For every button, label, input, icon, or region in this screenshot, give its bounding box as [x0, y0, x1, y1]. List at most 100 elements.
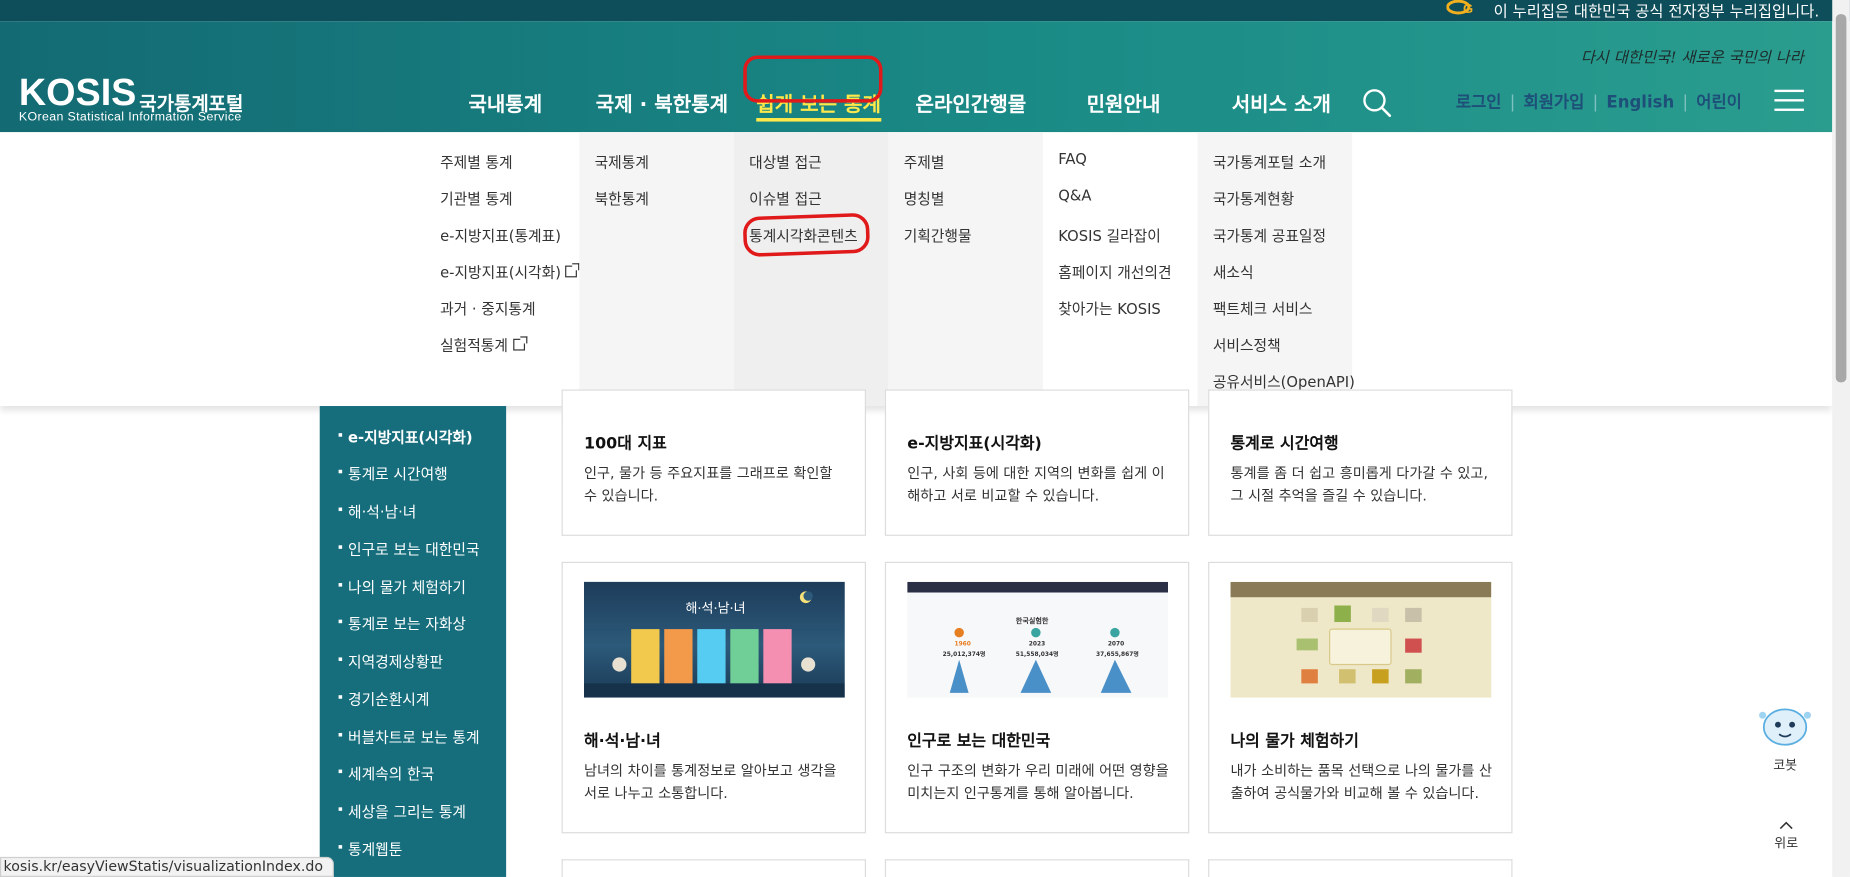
sidebar-item-regional-economy[interactable]: 지역경제상황판	[338, 649, 443, 671]
menu-item-faq[interactable]: FAQ	[1058, 150, 1087, 168]
card-row3-1[interactable]	[561, 859, 866, 877]
external-link-icon	[512, 336, 527, 351]
utility-links: 로그인 | 회원가입 | English | 어린이	[1455, 93, 1742, 113]
nav-civil-guide[interactable]: 민원안내	[1087, 87, 1161, 117]
mega-col-domestic: 주제별 통계 기관별 통계 e-지방지표(통계표) e-지방지표(시각화) 과거…	[425, 132, 580, 406]
menu-item-openapi[interactable]: 공유서비스(OpenAPI)	[1213, 369, 1355, 391]
login-link[interactable]: 로그인	[1456, 93, 1502, 112]
kids-link[interactable]: 어린이	[1696, 93, 1742, 112]
card-my-price[interactable]: 나의 물가 체험하기 내가 소비하는 품목 선택으로 나의 물가를 산출하여 공…	[1208, 561, 1513, 834]
mega-col-publications: 주제별 명칭별 기획간행물	[888, 132, 1043, 407]
svg-text:G: G	[1463, 1, 1473, 16]
sidebar-item-local-vis[interactable]: e-지방지표(시각화)	[338, 425, 473, 447]
main-nav: 국내통계 국제 · 북한통계 쉽게 보는 통계 온라인간행물 민원안내 서비스 …	[0, 87, 1416, 122]
card-title: 100대 지표	[584, 434, 667, 454]
sidebar-item-time-travel[interactable]: 통계로 시간여행	[338, 461, 448, 483]
menu-item-past-stats[interactable]: 과거 · 중지통계	[440, 296, 535, 318]
gov-banner: G 이 누리집은 대한민국 공식 전자정부 누리집입니다.	[0, 0, 1850, 21]
thumbnail-title: 해·석·남·녀	[685, 600, 746, 617]
sidebar-item-self-portrait[interactable]: 통계로 보는 자화상	[338, 611, 466, 633]
card-description: 내가 소비하는 품목 선택으로 나의 물가를 산출하여 공식물가와 비교해 볼 …	[1230, 762, 1492, 802]
sidebar-item-webtoon[interactable]: 통계웹툰	[338, 837, 402, 859]
search-icon[interactable]	[1361, 87, 1392, 118]
card-gender[interactable]: 해·석·남·녀 해·석·남·녀 남녀의 차이를 통계정보로 알아보고 생각을 서…	[561, 561, 866, 834]
mega-col-civil: FAQ Q&A KOSIS 길라잡이 홈페이지 개선의견 찾아가는 KOSIS	[1043, 132, 1198, 406]
card-row3-3[interactable]	[1208, 859, 1513, 877]
gov-banner-text: 이 누리집은 대한민국 공식 전자정부 누리집입니다.	[1493, 3, 1820, 22]
menu-item-planned-pubs[interactable]: 기획간행물	[904, 223, 972, 245]
menu-item-local-indicators-table[interactable]: e-지방지표(통계표)	[440, 223, 561, 245]
nav-intl-nk-stats[interactable]: 국제 · 북한통계	[596, 87, 728, 117]
sidebar-item-bubble-chart[interactable]: 버블차트로 보는 통계	[338, 725, 480, 747]
menu-item-local-indicators-vis[interactable]: e-지방지표(시각화)	[440, 260, 580, 282]
scrollbar-thumb[interactable]	[1835, 14, 1847, 383]
scroll-top-label: 위로	[1774, 835, 1799, 851]
card-thumbnail-gender: 해·석·남·녀	[584, 581, 845, 698]
sidebar: e-지방지표(시각화) 통계로 시간여행 해·석·남·녀 인구로 보는 대한민국…	[319, 406, 507, 877]
card-time-travel[interactable]: 통계로 시간여행 통계를 좀 더 쉽고 흥미롭게 다가갈 수 있고, 그 시절 …	[1208, 389, 1513, 536]
menu-item-qna[interactable]: Q&A	[1058, 186, 1091, 204]
external-link-icon	[565, 263, 580, 278]
sidebar-item-gender[interactable]: 해·석·남·녀	[338, 499, 416, 521]
sidebar-item-drawing-stats[interactable]: 세상을 그리는 통계	[338, 799, 466, 821]
menu-item-pub-by-topic[interactable]: 주제별	[904, 150, 945, 172]
nav-domestic-stats[interactable]: 국내통계	[468, 87, 542, 117]
nav-service-intro[interactable]: 서비스 소개	[1232, 87, 1331, 117]
mega-menu: 주제별 통계 기관별 통계 e-지방지표(통계표) e-지방지표(시각화) 과거…	[0, 132, 1833, 407]
card-title: 해·석·남·녀	[584, 731, 661, 751]
chevron-up-icon	[1779, 821, 1793, 830]
card-thumbnail-my-price	[1230, 581, 1492, 698]
menu-item-pub-by-name[interactable]: 명칭별	[904, 186, 945, 208]
card-population[interactable]: 한국실험한 1960 2023 2070 25,012,374명 51,558,…	[884, 561, 1190, 834]
card-title: 나의 물가 체험하기	[1230, 731, 1359, 751]
menu-item-experimental-stats[interactable]: 실험적통계	[440, 333, 527, 355]
menu-item-label: e-지방지표(시각화)	[440, 263, 561, 281]
chatbot-label[interactable]: 코봇	[1773, 755, 1797, 774]
menu-icon[interactable]	[1774, 89, 1804, 111]
scroll-top-button[interactable]: 위로	[1770, 818, 1803, 852]
site-header: 다시 대한민국! 새로운 국민의 나라 KOSIS 국가통계포털 KOrean …	[0, 21, 1833, 133]
sidebar-item-population[interactable]: 인구로 보는 대한민국	[338, 537, 480, 559]
browser-status-url: kosis.kr/easyViewStatis/visualizationInd…	[0, 856, 334, 877]
nav-online-publications[interactable]: 온라인간행물	[916, 87, 1027, 117]
menu-item-national-stats-status[interactable]: 국가통계현황	[1213, 186, 1294, 208]
menu-item-intl-stats[interactable]: 국제통계	[595, 150, 649, 172]
card-title: 인구로 보는 대한민국	[907, 731, 1051, 751]
card-description: 통계를 좀 더 쉽고 흥미롭게 다가갈 수 있고, 그 시절 추억을 즐길 수 …	[1230, 465, 1488, 504]
mega-col-intl: 국제통계 북한통계	[579, 132, 734, 407]
menu-item-by-agency[interactable]: 기관별 통계	[440, 186, 513, 208]
chatbot-mascot-icon[interactable]	[1756, 703, 1815, 750]
annotation-circle-nav	[743, 55, 883, 103]
card-description: 인구, 사회 등에 대한 지역의 변화를 쉽게 이해하고 서로 비교할 수 있습…	[907, 465, 1165, 504]
menu-item-factcheck[interactable]: 팩트체크 서비스	[1213, 296, 1313, 318]
card-description: 인구 구조의 변화가 우리 미래에 어떤 영향을 미치는지 인구통계를 통해 알…	[907, 762, 1169, 802]
menu-item-release-schedule[interactable]: 국가통계 공표일정	[1213, 223, 1326, 245]
english-link[interactable]: English	[1606, 93, 1674, 112]
menu-item-portal-intro[interactable]: 국가통계포털 소개	[1213, 150, 1326, 172]
card-description: 남녀의 차이를 통계정보로 알아보고 생각을 서로 나누고 소통합니다.	[584, 762, 837, 802]
sidebar-item-business-cycle[interactable]: 경기순환시계	[338, 687, 429, 709]
card-title: 통계로 시간여행	[1230, 434, 1339, 454]
slogan: 다시 대한민국! 새로운 국민의 나라	[1580, 49, 1804, 68]
signup-link[interactable]: 회원가입	[1524, 93, 1585, 112]
menu-item-visiting-kosis[interactable]: 찾아가는 KOSIS	[1058, 296, 1161, 318]
menu-item-label: 실험적통계	[440, 336, 508, 355]
card-row3-2[interactable]	[884, 859, 1190, 877]
card-local-indicators-vis[interactable]: e-지방지표(시각화) 인구, 사회 등에 대한 지역의 변화를 쉽게 이해하고…	[884, 389, 1190, 536]
egov-logo-icon: G	[1446, 0, 1473, 16]
menu-item-news[interactable]: 새소식	[1213, 260, 1254, 282]
menu-item-service-policy[interactable]: 서비스정책	[1213, 333, 1281, 355]
menu-item-improvement[interactable]: 홈페이지 개선의견	[1058, 260, 1171, 282]
menu-item-by-target[interactable]: 대상별 접근	[749, 150, 822, 172]
mega-col-easy: 대상별 접근 이슈별 접근 통계시각화콘텐츠	[733, 132, 889, 407]
menu-item-nk-stats[interactable]: 북한통계	[595, 186, 649, 208]
sidebar-item-korea-in-world[interactable]: 세계속의 한국	[338, 761, 434, 783]
card-100-indicators[interactable]: 100대 지표 인구, 물가 등 주요지표를 그래프로 확인할 수 있습니다.	[561, 389, 866, 536]
sidebar-item-my-price[interactable]: 나의 물가 체험하기	[338, 575, 466, 597]
menu-item-by-issue[interactable]: 이슈별 접근	[749, 186, 822, 208]
menu-item-guide[interactable]: KOSIS 길라잡이	[1058, 223, 1161, 245]
menu-item-by-topic[interactable]: 주제별 통계	[440, 150, 513, 172]
page-scrollbar[interactable]	[1832, 0, 1850, 877]
card-description: 인구, 물가 등 주요지표를 그래프로 확인할 수 있습니다.	[584, 465, 833, 504]
annotation-circle-menu-item	[742, 212, 871, 258]
